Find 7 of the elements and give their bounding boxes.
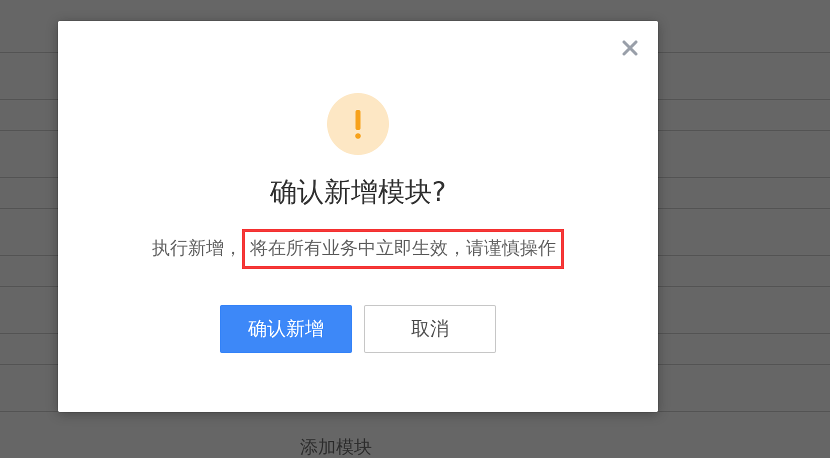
close-icon[interactable] (622, 40, 638, 56)
message-text: 执行新增， (152, 237, 242, 261)
highlighted-message-text: 将在所有业务中立即生效，请谨慎操作 (242, 229, 564, 269)
warning-icon (327, 93, 389, 155)
dialog-title: 确认新增模块? (270, 176, 446, 210)
add-module-label: 添加模块 (300, 438, 372, 458)
cancel-button[interactable]: 取消 (364, 305, 496, 353)
